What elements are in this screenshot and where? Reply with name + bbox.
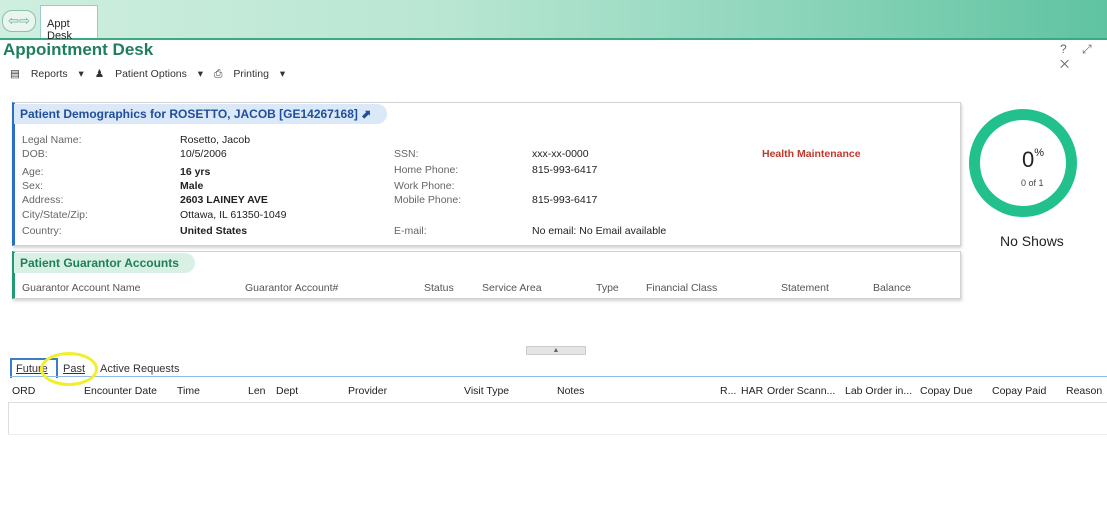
age-value: 16 yrs — [180, 166, 211, 178]
col-ord[interactable]: ORD — [12, 385, 35, 397]
table-row-divider — [8, 434, 1107, 435]
col-order-scanned[interactable]: Order Scann... — [767, 385, 835, 397]
col-provider[interactable]: Provider — [348, 385, 387, 397]
guarantor-header: Patient Guarantor Accounts — [14, 253, 195, 273]
address-value: 2603 LAINEY AVE — [180, 194, 268, 206]
reports-menu[interactable]: ▤ Reports ▾ — [10, 68, 84, 80]
legal-name-label: Legal Name: — [22, 134, 82, 146]
country-value: United States — [180, 225, 248, 237]
col-len[interactable]: Len — [248, 385, 266, 397]
no-shows-label: No Shows — [1000, 233, 1064, 249]
age-label: Age: — [22, 166, 44, 178]
col-reason[interactable]: Reason — [1066, 385, 1102, 397]
printing-menu[interactable]: ⎙ Printing ▾ — [214, 68, 285, 80]
tab-label: Appt Desk — [47, 18, 73, 42]
address-label: Address: — [22, 194, 64, 206]
col-copay-due[interactable]: Copay Due — [920, 385, 973, 397]
guarantor-col-service-area[interactable]: Service Area — [482, 282, 542, 294]
col-time[interactable]: Time — [177, 385, 200, 397]
email-label: E-mail: — [394, 225, 427, 237]
demographics-header[interactable]: Patient Demographics for ROSETTO, JACOB … — [14, 104, 388, 124]
report-icon: ▤ — [10, 68, 20, 80]
external-link-icon[interactable]: ⬈ — [361, 107, 371, 121]
health-maintenance-link[interactable]: Health Maintenance — [762, 148, 861, 160]
guarantor-col-balance[interactable]: Balance — [873, 282, 911, 294]
guarantor-col-status[interactable]: Status — [424, 282, 454, 294]
guarantor-col-financial-class[interactable]: Financial Class — [646, 282, 717, 294]
email-value: No email: No Email available — [532, 225, 667, 237]
window-controls-icon[interactable]: ? ⤢ ✕ — [1060, 42, 1107, 72]
country-label: Country: — [22, 225, 62, 237]
legal-name-value: Rosetto, Jacob — [180, 134, 251, 146]
sex-value: Male — [180, 180, 204, 192]
home-phone-value: 815-993-6417 — [532, 164, 598, 176]
guarantor-col-statement[interactable]: Statement — [781, 282, 829, 294]
home-phone-label: Home Phone: — [394, 164, 459, 176]
patient-options-menu[interactable]: ♟ Patient Options ▾ — [95, 68, 203, 80]
toolbar: ▤ Reports ▾ ♟ Patient Options ▾ ⎙ Printi… — [10, 68, 293, 81]
printer-icon: ⎙ — [214, 68, 223, 80]
top-banner — [0, 0, 1107, 40]
no-shows-percent: 0% — [1022, 147, 1045, 172]
guarantor-col-type[interactable]: Type — [596, 282, 619, 294]
city-state-zip-label: City/State/Zip: — [22, 209, 88, 221]
col-r[interactable]: R... — [720, 385, 736, 397]
person-icon: ♟ — [94, 68, 105, 80]
col-lab-order[interactable]: Lab Order in... — [845, 385, 912, 397]
mobile-phone-label: Mobile Phone: — [394, 194, 462, 206]
no-shows-fraction: 0 of 1 — [1021, 178, 1044, 188]
col-copay-paid[interactable]: Copay Paid — [992, 385, 1046, 397]
col-har[interactable]: HAR — [741, 385, 763, 397]
dob-label: DOB: — [22, 148, 48, 160]
mobile-phone-value: 815-993-6417 — [532, 194, 598, 206]
city-state-zip-value: Ottawa, IL 61350-1049 — [180, 209, 287, 221]
dob-value: 10/5/2006 — [180, 148, 227, 160]
sex-label: Sex: — [22, 180, 44, 192]
table-left-border — [8, 402, 9, 435]
tab-active-requests[interactable]: Active Requests — [100, 363, 179, 375]
splitter-handle[interactable]: ▲ — [526, 346, 586, 355]
guarantor-col-account[interactable]: Guarantor Account# — [245, 282, 338, 294]
col-notes[interactable]: Notes — [557, 385, 584, 397]
page-title: Appointment Desk — [3, 40, 154, 59]
tab-underline — [10, 376, 1107, 377]
col-dept[interactable]: Dept — [276, 385, 298, 397]
col-visit-type[interactable]: Visit Type — [464, 385, 509, 397]
col-encounter-date[interactable]: Encounter Date — [84, 385, 157, 397]
tab-appt-desk[interactable]: Appt Desk — [40, 5, 98, 42]
work-phone-label: Work Phone: — [394, 180, 455, 192]
ssn-label: SSN: — [394, 148, 419, 160]
back-forward-icon[interactable]: ⇦⇨ — [2, 10, 36, 32]
ssn-value: xxx-xx-0000 — [532, 148, 589, 160]
guarantor-col-name[interactable]: Guarantor Account Name — [22, 282, 140, 294]
